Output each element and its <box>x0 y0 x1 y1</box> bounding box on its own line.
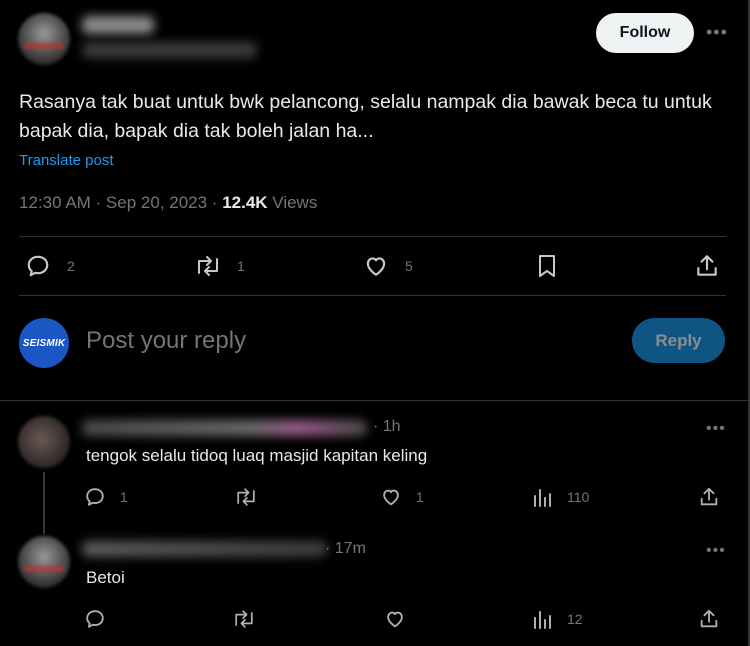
views-action[interactable]: 12 <box>532 608 583 630</box>
reply-count: 1 <box>120 489 128 505</box>
reply-icon[interactable] <box>25 253 51 279</box>
share-icon[interactable] <box>694 253 720 279</box>
author-avatar[interactable] <box>18 13 70 65</box>
reply-action[interactable]: 2 <box>25 253 75 279</box>
reply-time[interactable]: · 17m <box>325 540 366 558</box>
reply-action[interactable] <box>84 608 106 630</box>
reply-icon[interactable] <box>84 608 106 630</box>
heart-icon[interactable] <box>380 486 402 508</box>
repost-action[interactable]: 1 <box>193 253 245 279</box>
post-timestamp[interactable]: 12:30 AM · Sep 20, 2023 · <box>19 193 222 212</box>
like-count: 5 <box>405 258 413 274</box>
repost-count: 1 <box>237 258 245 274</box>
like-action[interactable] <box>384 608 406 630</box>
thread-line <box>43 472 45 534</box>
repost-action[interactable] <box>233 486 259 508</box>
share-icon[interactable] <box>698 486 720 508</box>
views-label: Views <box>267 193 318 212</box>
share-icon[interactable] <box>698 608 720 630</box>
view-count: 110 <box>567 489 590 505</box>
reply-text: tengok selalu tidoq luaq masjid kapitan … <box>86 446 428 465</box>
reply-author-avatar[interactable] <box>18 416 70 468</box>
reply-author-name[interactable] <box>82 541 327 557</box>
like-count: 1 <box>416 489 424 505</box>
post-meta: 12:30 AM · Sep 20, 2023 · 12.4K Views <box>19 193 317 213</box>
reply-time[interactable]: · 1h <box>373 418 401 436</box>
divider <box>0 400 750 401</box>
author-handle[interactable] <box>82 42 257 58</box>
like-action[interactable]: 5 <box>363 253 413 279</box>
reply-button[interactable]: Reply <box>632 318 725 363</box>
translate-post-link[interactable]: Translate post <box>19 152 114 169</box>
bookmark-icon[interactable] <box>535 253 559 279</box>
more-options-icon[interactable]: ••• <box>706 542 726 560</box>
repost-action[interactable] <box>231 608 257 630</box>
repost-icon[interactable] <box>233 486 259 508</box>
like-action[interactable]: 1 <box>380 486 424 508</box>
current-user-avatar[interactable]: SEISMIK <box>19 318 69 368</box>
analytics-icon[interactable] <box>532 608 552 630</box>
reply-input[interactable] <box>86 322 606 360</box>
analytics-icon[interactable] <box>532 486 552 508</box>
repost-icon[interactable] <box>231 608 257 630</box>
reply-text: Betoi <box>86 568 125 587</box>
heart-icon[interactable] <box>363 253 389 279</box>
more-options-icon[interactable]: ••• <box>706 420 726 438</box>
more-options-icon[interactable]: ••• <box>706 22 728 43</box>
heart-icon[interactable] <box>384 608 406 630</box>
view-count: 12 <box>567 611 583 627</box>
reply-author-avatar[interactable] <box>18 536 70 588</box>
follow-button[interactable]: Follow <box>596 13 694 53</box>
reply-author-name[interactable] <box>82 420 367 436</box>
divider <box>19 236 726 237</box>
reply-action[interactable]: 1 <box>84 486 128 508</box>
reply-icon[interactable] <box>84 486 106 508</box>
author-name[interactable] <box>82 16 154 34</box>
post-text: Rasanya tak buat untuk bwk pelancong, se… <box>19 91 712 142</box>
seismik-logo-text: SEISMIK <box>22 337 66 349</box>
views-count: 12.4K <box>222 193 268 212</box>
reply-count: 2 <box>67 258 75 274</box>
views-action[interactable]: 110 <box>532 486 589 508</box>
repost-icon[interactable] <box>193 253 223 279</box>
divider <box>19 295 726 296</box>
